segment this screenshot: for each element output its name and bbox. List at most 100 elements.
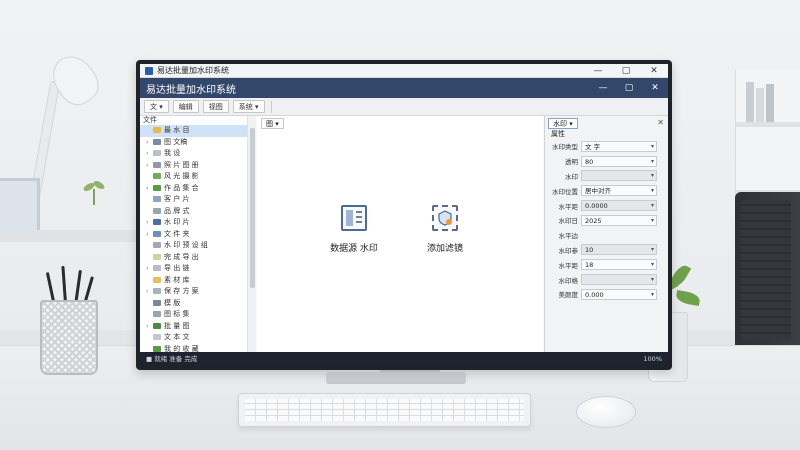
file-menu-button[interactable]: 文 ▾ [144, 100, 169, 113]
file-tree-scrollbar[interactable] [247, 116, 256, 352]
tree-item-label: 我 设 [164, 149, 181, 157]
properties-header: 水印 ▾ ✕ [545, 116, 668, 130]
tree-item[interactable]: › 我 设 [140, 148, 255, 160]
add-filter-tile[interactable]: 添加滤镜 [415, 205, 475, 254]
property-value-field[interactable]: 0.0000 ▾ [581, 200, 657, 212]
folder-icon [153, 242, 161, 248]
folder-icon [153, 150, 161, 156]
property-value-field[interactable]: 80 ▾ [581, 155, 657, 167]
system-menu-button[interactable]: 系统 ▾ [232, 100, 265, 113]
tree-item[interactable]: › 图 文稿 [140, 137, 255, 149]
chevron-down-icon[interactable]: ▾ [651, 275, 654, 284]
property-value-field[interactable]: ▾ [581, 274, 657, 286]
expand-arrow-icon[interactable]: › [146, 229, 153, 241]
property-label: 水平距 [558, 261, 579, 270]
chevron-down-icon[interactable]: ▾ [651, 201, 654, 210]
tree-item[interactable]: › 作 品 集 合 [140, 183, 255, 195]
folder-icon [153, 184, 161, 191]
close-button[interactable]: ✕ [640, 64, 668, 78]
properties-section-title: 属性 [551, 130, 565, 138]
tree-item-label: 批 量 图 [164, 321, 190, 330]
tree-item-label: 客 户 片 [164, 195, 190, 203]
property-label: 水平距 [558, 202, 579, 211]
property-value-field[interactable]: 0.000 ▾ [581, 288, 657, 300]
chevron-down-icon[interactable]: ▾ [651, 245, 654, 254]
tree-item[interactable]: 品 牌 式 [140, 206, 255, 218]
close-icon[interactable]: ✕ [657, 118, 664, 127]
expand-arrow-icon[interactable]: › [146, 321, 153, 333]
folder-icon [153, 196, 161, 202]
data-source-watermark-tile[interactable]: 数据源 水印 [324, 205, 384, 254]
tree-item-label: 保 存 方 案 [164, 287, 199, 295]
property-value-text: 文 字 [585, 142, 601, 151]
property-row: 水印格 ▾ [545, 272, 668, 287]
minimize-button[interactable]: — [584, 64, 612, 78]
tree-item[interactable]: › 照 片 图 册 [140, 160, 255, 172]
tree-item-label: 水 印 片 [164, 218, 190, 226]
expand-arrow-icon[interactable]: › [146, 286, 153, 298]
tree-item[interactable]: 模 版 [140, 298, 255, 310]
property-row: 水印位置 居中对齐 ▾ [545, 183, 668, 198]
tree-item[interactable]: › 导 出 链 [140, 263, 255, 275]
chevron-down-icon[interactable]: ▾ [651, 186, 654, 195]
property-value-field[interactable]: 居中对齐 ▾ [581, 185, 657, 197]
chevron-down-icon[interactable]: ▾ [651, 157, 654, 166]
folder-icon [153, 207, 161, 214]
tree-item[interactable]: 风 光 摄 影 [140, 171, 255, 183]
folder-icon [153, 299, 161, 306]
tree-item[interactable]: 客 户 片 [140, 194, 255, 206]
tree-item[interactable]: 素 材 库 [140, 275, 255, 287]
watermark-type-dropdown[interactable]: 水印 ▾ [548, 117, 578, 129]
property-value-field[interactable]: 2025 ▾ [581, 214, 657, 226]
view-button[interactable]: 视图 [202, 100, 229, 113]
os-window-title: 易达批量加水印系统 [157, 66, 229, 75]
property-row: 水印参 10 ▾ [545, 243, 668, 258]
tree-item[interactable]: 水 印 预 设 组 [140, 240, 255, 252]
chevron-down-icon[interactable]: ▾ [651, 260, 654, 269]
tree-item[interactable]: 最 水 目 [140, 125, 255, 137]
chevron-down-icon[interactable]: ▾ [651, 216, 654, 225]
app-minimize-button[interactable]: — [590, 78, 616, 98]
edit-button[interactable]: 编辑 [172, 100, 199, 113]
tree-item[interactable]: 我 的 收 藏 [140, 344, 255, 352]
expand-arrow-icon[interactable]: › [146, 217, 153, 229]
property-row: 水平距 0.0000 ▾ [545, 198, 668, 213]
property-value-field[interactable]: ▾ [581, 170, 657, 182]
folder-icon [153, 127, 161, 133]
expand-arrow-icon[interactable]: › [146, 148, 153, 160]
tree-item-label: 风 光 摄 影 [164, 172, 199, 180]
app-maximize-button[interactable]: ▢ [616, 78, 642, 98]
tree-item[interactable]: 文 本 文 [140, 332, 255, 344]
scrollbar-thumb[interactable] [250, 128, 255, 288]
tree-item[interactable]: 完 成 导 出 [140, 252, 255, 264]
expand-arrow-icon[interactable]: › [146, 137, 153, 149]
chevron-down-icon[interactable]: ▾ [651, 290, 654, 299]
tree-item[interactable]: 图 标 集 [140, 309, 255, 321]
file-tree: 文件 最 水 目 › 图 文稿 › 我 设 › 照 片 图 册风 光 摄 影 › 作 品 集 合… [140, 116, 256, 352]
folder-icon [153, 253, 161, 260]
tree-item[interactable]: › 水 印 片 [140, 217, 255, 229]
property-value-field[interactable]: 10 ▾ [581, 244, 657, 256]
property-value-field[interactable]: 文 字 ▾ [581, 140, 657, 152]
image-shield-icon [432, 205, 458, 231]
property-value-text: 80 [585, 157, 594, 166]
canvas-view-dropdown[interactable]: 图 ▾ [261, 118, 284, 129]
tree-item[interactable]: › 文 件 夹 [140, 229, 255, 241]
tree-item-label: 素 材 库 [164, 275, 190, 284]
tree-item-label: 文 件 夹 [164, 229, 190, 238]
expand-arrow-icon[interactable]: › [146, 263, 153, 275]
property-value-field[interactable]: 18 ▾ [581, 259, 657, 271]
app-close-button[interactable]: ✕ [642, 78, 668, 98]
tree-item[interactable]: › 保 存 方 案 [140, 286, 255, 298]
expand-arrow-icon[interactable]: › [146, 183, 153, 195]
keyboard [238, 393, 531, 427]
chevron-down-icon[interactable]: ▾ [651, 142, 654, 151]
expand-arrow-icon[interactable]: › [146, 160, 153, 172]
toolbar: 文 ▾ 编辑 视图 系统 ▾ [140, 98, 668, 116]
tree-item[interactable]: › 批 量 图 [140, 321, 255, 333]
chevron-down-icon[interactable]: ▾ [651, 171, 654, 180]
screen: 易达批量加水印系统 — ▢ ✕ 易达批量加水印系统 — ▢ ✕ 文 ▾ 编辑 视… [140, 64, 668, 366]
folder-icon [153, 230, 161, 237]
folder-icon [153, 276, 161, 283]
maximize-button[interactable]: ▢ [612, 64, 640, 78]
